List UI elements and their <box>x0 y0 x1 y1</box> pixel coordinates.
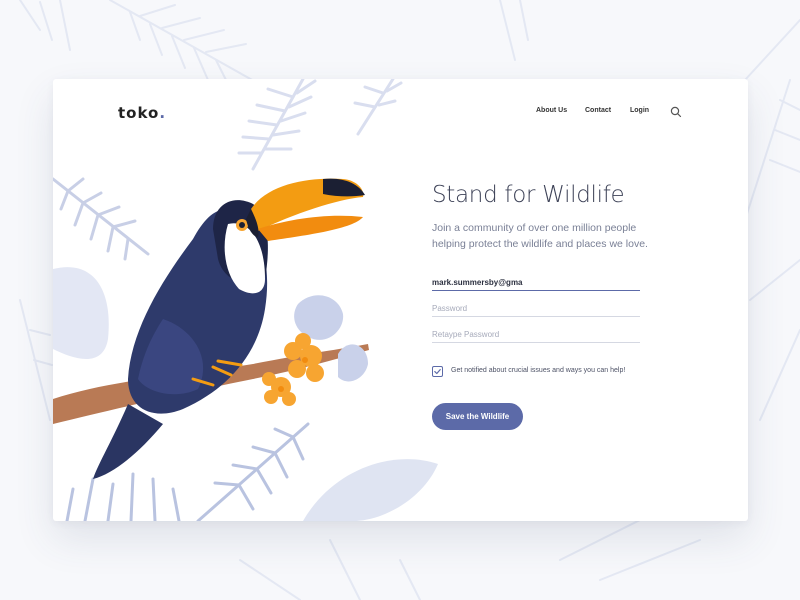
page-subtitle: Join a community of over one million peo… <box>432 222 648 250</box>
brand-dot: . <box>159 104 167 122</box>
signup-card: toko. About Us Contact Login Stand for W… <box>53 79 748 521</box>
page-title: Stand for Wildlife <box>432 182 625 208</box>
check-icon <box>434 369 441 375</box>
nav-about-us[interactable]: About Us <box>536 107 567 114</box>
password-field[interactable] <box>432 300 640 317</box>
brand-name: toko <box>118 104 160 122</box>
notify-checkbox[interactable] <box>432 366 443 377</box>
save-the-wildlife-button[interactable]: Save the Wildlife <box>432 403 523 430</box>
nav-login[interactable]: Login <box>630 107 649 114</box>
email-field[interactable] <box>432 274 640 291</box>
notify-label: Get notified about crucial issues and wa… <box>451 367 626 374</box>
search-icon-glyph <box>670 106 682 118</box>
retype-password-field[interactable] <box>432 326 640 343</box>
brand-logo[interactable]: toko. <box>118 104 166 122</box>
toucan-illustration <box>53 79 438 521</box>
nav-contact[interactable]: Contact <box>585 107 611 114</box>
search-icon[interactable] <box>670 105 682 118</box>
